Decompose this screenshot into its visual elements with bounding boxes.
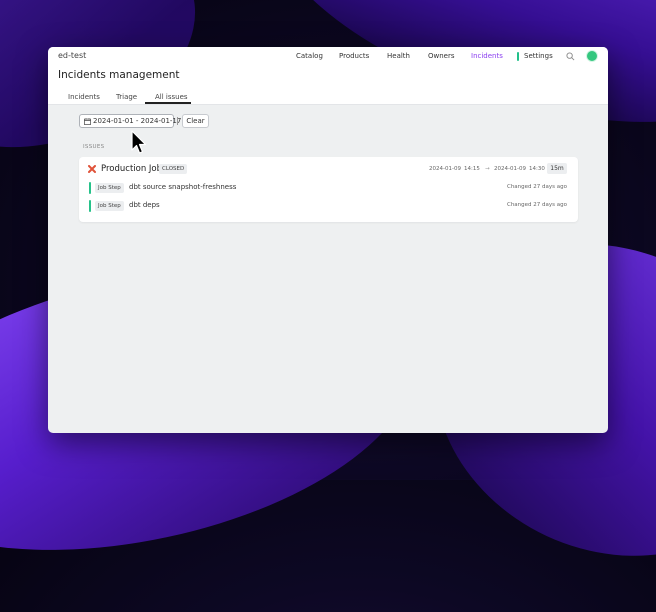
avatar[interactable]	[586, 50, 598, 62]
duration-badge: 15m	[547, 163, 567, 174]
nav-catalog[interactable]: Catalog	[296, 52, 323, 60]
tab-triage[interactable]: Triage	[116, 93, 137, 101]
start-date: 2024-01-09	[429, 166, 461, 172]
list-item[interactable]: Job Step dbt source snapshot-freshness C…	[89, 182, 569, 194]
tab-incidents[interactable]: Incidents	[68, 93, 100, 101]
start-time: 14:15	[464, 166, 480, 172]
nav-owners[interactable]: Owners	[428, 52, 455, 60]
search-icon[interactable]	[566, 52, 575, 61]
settings-indicator	[517, 52, 519, 61]
step-type-badge: Job Step	[95, 183, 124, 193]
nav-incidents[interactable]: Incidents	[471, 52, 503, 60]
filter-divider	[177, 117, 178, 125]
section-label: ISSUES	[83, 144, 105, 150]
list-item[interactable]: Job Step dbt deps Changed 27 days ago	[89, 200, 569, 212]
step-status-bar	[89, 182, 91, 194]
calendar-icon	[84, 118, 91, 125]
step-name: dbt deps	[129, 201, 160, 209]
top-nav: Catalog Products Health Owners Incidents…	[48, 52, 608, 64]
nav-health[interactable]: Health	[387, 52, 410, 60]
step-name: dbt source snapshot-freshness	[129, 183, 237, 191]
arrow-right-icon: →	[485, 166, 490, 172]
issue-card[interactable]: Production Job CLOSED 2024-01-09 14:15 →…	[79, 157, 578, 222]
status-badge: CLOSED	[159, 164, 188, 174]
date-range-picker[interactable]: 2024-01-01 - 2024-01-17	[79, 114, 181, 128]
app-header: ed-test Catalog Products Health Owners I…	[48, 47, 608, 105]
step-type-badge: Job Step	[95, 201, 124, 211]
step-changed: Changed 27 days ago	[506, 202, 567, 208]
step-status-bar	[89, 200, 91, 212]
nav-settings[interactable]: Settings	[524, 52, 553, 60]
date-range-value: 2024-01-01 - 2024-01-17	[93, 117, 182, 125]
failure-x-icon	[88, 165, 96, 173]
nav-products[interactable]: Products	[339, 52, 369, 60]
end-time: 14:30	[529, 166, 545, 172]
page-title: Incidents management	[58, 69, 180, 81]
job-title[interactable]: Production Job	[101, 164, 162, 174]
end-date: 2024-01-09	[494, 166, 526, 172]
active-tab-underline	[145, 102, 191, 104]
clear-button[interactable]: Clear	[182, 114, 209, 128]
app-window: ed-test Catalog Products Health Owners I…	[48, 47, 608, 433]
mouse-pointer-icon	[131, 130, 147, 154]
tab-all-issues[interactable]: All issues	[155, 93, 188, 101]
step-changed: Changed 27 days ago	[506, 184, 567, 190]
